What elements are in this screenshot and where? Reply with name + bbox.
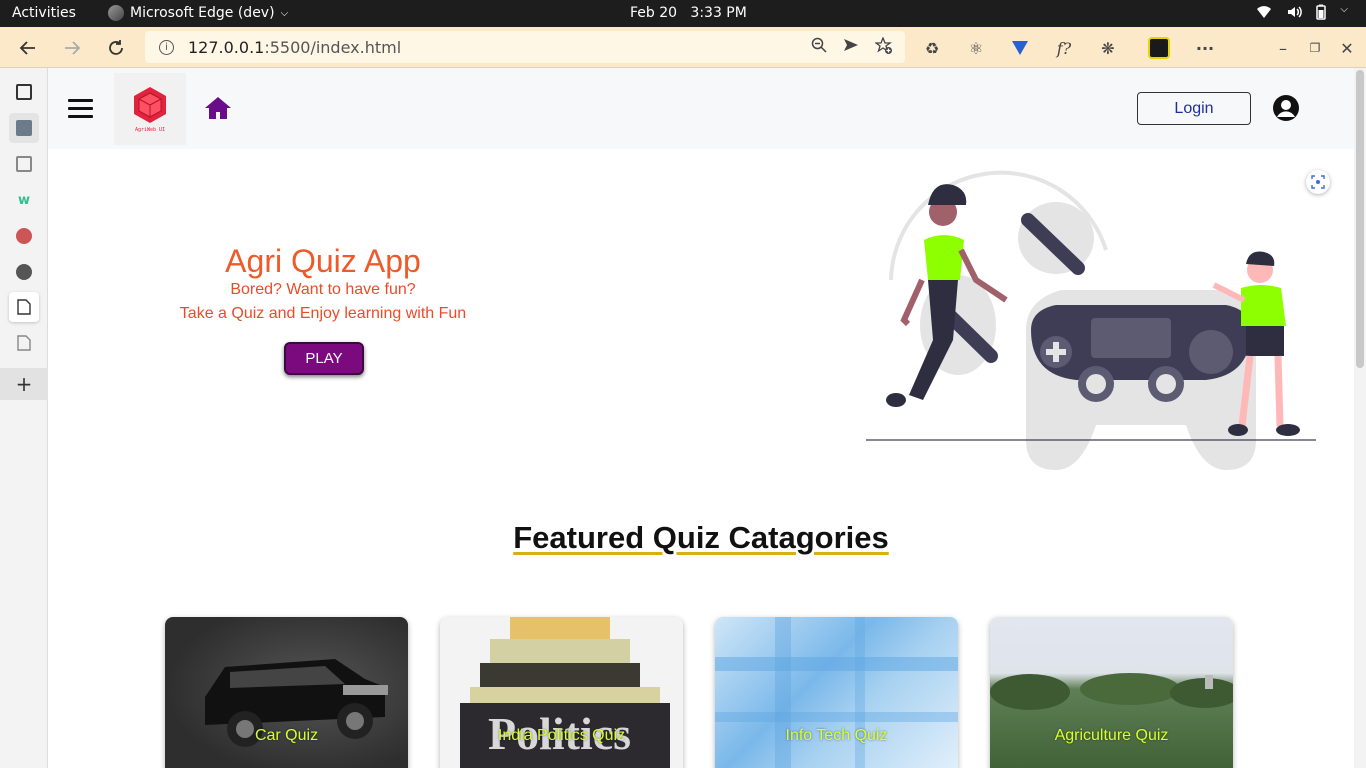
profile-extension-icon[interactable]	[1147, 36, 1171, 60]
url-path: :5500/index.html	[264, 37, 402, 57]
font-finder-extension-icon[interactable]: f?	[1052, 36, 1076, 60]
tab-actions-icon[interactable]	[9, 77, 39, 107]
card-label: Car Quiz	[254, 727, 319, 744]
address-bar[interactable]: i 127.0.0.1:5500/index.html	[145, 31, 905, 63]
user-account-icon[interactable]	[1272, 94, 1300, 126]
tab-6[interactable]	[9, 328, 39, 358]
system-tray[interactable]: ⌵	[1256, 4, 1348, 20]
clock[interactable]: Feb 20 3:33 PM	[630, 5, 747, 21]
refresh-button[interactable]	[104, 36, 128, 60]
login-button[interactable]: Login	[1137, 92, 1251, 125]
new-tab-button[interactable]: +	[0, 368, 48, 400]
home-icon[interactable]	[204, 96, 232, 124]
battery-icon	[1316, 4, 1327, 20]
more-menu-icon[interactable]: ···	[1193, 36, 1217, 60]
app-name: Microsoft Edge (dev)	[130, 5, 275, 21]
back-button[interactable]	[16, 36, 40, 60]
active-tab-icon[interactable]	[9, 292, 39, 322]
tab-3[interactable]: w	[9, 185, 39, 215]
hexagon-logo-icon	[134, 87, 166, 123]
hero-subtitle-1: Bored? Want to have fun?	[230, 281, 416, 298]
forward-button[interactable]	[60, 36, 84, 60]
web-page: AgriWeb UI Login Agri Quiz App Bored? Wa…	[48, 68, 1366, 768]
power-menu-icon: ⌵	[1340, 4, 1348, 15]
volume-icon	[1288, 6, 1303, 18]
browser-toolbar: i 127.0.0.1:5500/index.html ♻ ⚛ f? ❋ ···…	[0, 27, 1366, 68]
politics-books-image: Politics	[460, 617, 670, 768]
wifi-icon	[1257, 6, 1272, 18]
favorite-add-icon[interactable]	[875, 37, 893, 55]
send-icon[interactable]	[843, 37, 859, 53]
url-host: 127.0.0.1	[188, 37, 265, 57]
site-logo[interactable]: AgriWeb UI	[114, 73, 186, 145]
back-arrow-icon	[19, 41, 35, 55]
refresh-icon	[109, 40, 123, 55]
play-button[interactable]: PLAY	[284, 342, 364, 375]
car-image	[205, 659, 388, 747]
zoom-out-icon[interactable]	[811, 37, 827, 53]
minimize-icon[interactable]: –	[1271, 36, 1295, 60]
hero-subtitle-2: Take a Quiz and Enjoy learning with Fun	[179, 305, 467, 322]
recycle-extension-icon[interactable]: ♻	[920, 36, 944, 60]
activities-button[interactable]: Activities	[12, 5, 76, 21]
card-label: Agriculture Quiz	[1054, 727, 1169, 744]
tab-2[interactable]	[9, 149, 39, 179]
date: Feb 20	[630, 5, 678, 21]
close-icon[interactable]: ✕	[1335, 36, 1359, 60]
farm-landscape-image	[990, 673, 1233, 710]
gaming-illustration	[866, 170, 1316, 470]
vue-extension-icon[interactable]	[1008, 36, 1032, 60]
card-label: India Politics Quiz	[497, 727, 626, 744]
site-navbar: AgriWeb UI Login	[48, 68, 1354, 149]
scrollbar-thumb[interactable]	[1356, 70, 1364, 368]
time: 3:33 PM	[690, 5, 747, 21]
react-extension-icon[interactable]: ⚛	[964, 36, 988, 60]
edge-icon	[108, 5, 124, 21]
quiz-card-info-tech[interactable]: Info Tech Quiz	[715, 617, 958, 768]
featured-heading: Featured Quiz Catagories	[513, 520, 889, 555]
card-label: Info Tech Quiz	[785, 727, 888, 744]
restore-icon[interactable]: ❐	[1303, 36, 1327, 60]
forward-arrow-icon	[65, 41, 81, 55]
quiz-card-politics[interactable]: Politics India Politics Quiz	[440, 617, 683, 768]
quiz-card-car[interactable]: Car Quiz	[165, 617, 408, 768]
tab-1[interactable]	[9, 113, 39, 143]
app-menu[interactable]: Microsoft Edge (dev) ⌵	[108, 5, 288, 21]
page-scrollbar[interactable]	[1354, 68, 1366, 768]
vertical-tabs-sidebar: w +	[0, 68, 48, 768]
hero-title: Agri Quiz App	[225, 243, 421, 279]
chevron-down-icon: ⌵	[280, 7, 289, 19]
tab-4[interactable]	[9, 221, 39, 251]
github-tab-icon[interactable]	[9, 257, 39, 287]
quiz-card-agriculture[interactable]: Agriculture Quiz	[990, 617, 1233, 768]
hamburger-menu-icon[interactable]	[68, 99, 93, 119]
tech-pattern-image	[715, 617, 958, 768]
os-top-bar: Activities Microsoft Edge (dev) ⌵ Feb 20…	[0, 0, 1366, 27]
logo-text: AgriWeb UI	[134, 127, 166, 133]
extensions-icon[interactable]: ❋	[1096, 36, 1120, 60]
info-icon[interactable]: i	[159, 39, 174, 55]
